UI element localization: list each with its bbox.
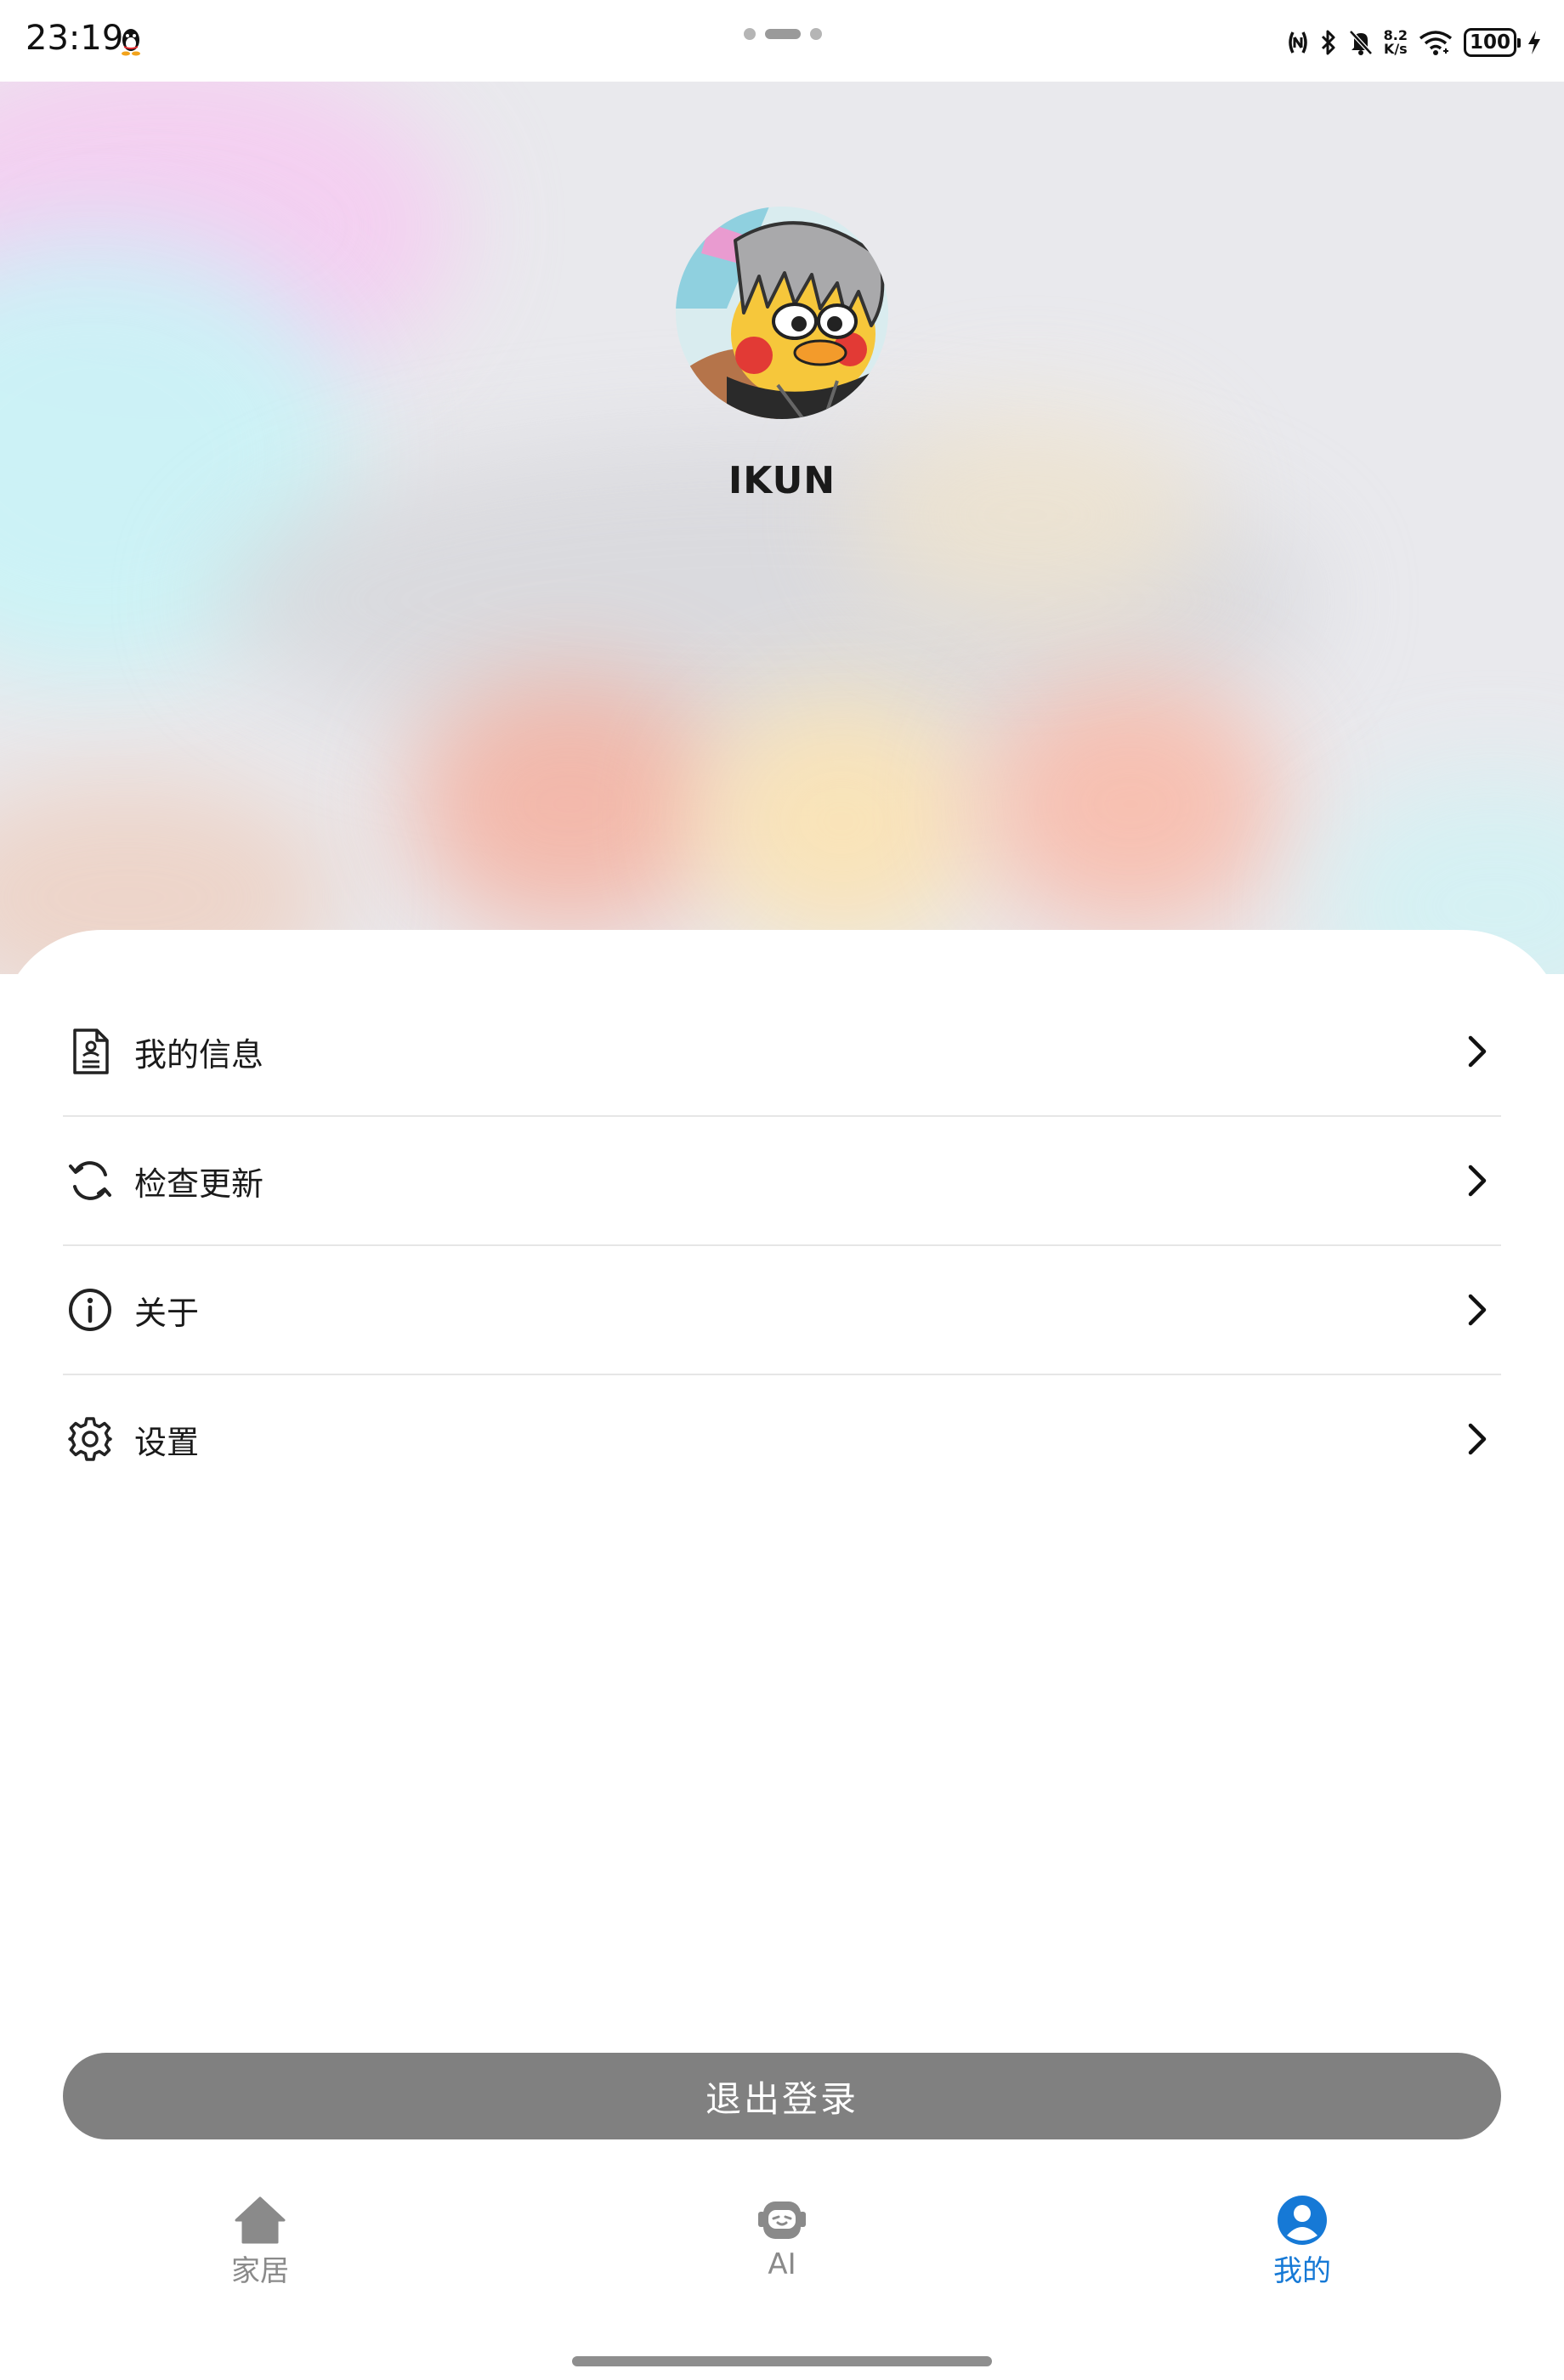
- menu-item-label: 检查更新: [134, 1164, 264, 1203]
- mute-bell-icon: [1348, 30, 1373, 55]
- avatar[interactable]: [676, 207, 888, 419]
- wifi-icon: [1419, 31, 1453, 55]
- robot-icon: [758, 2202, 806, 2239]
- network-speed: 8.2 K/s: [1383, 27, 1408, 57]
- charging-icon: [1528, 31, 1540, 54]
- menu-item-check-update[interactable]: 检查更新: [63, 1117, 1501, 1246]
- nav-item-ai[interactable]: AI: [697, 2193, 867, 2281]
- qq-icon: [122, 29, 140, 56]
- multi-window-indicator[interactable]: [743, 27, 823, 41]
- status-icons: 8.2 K/s 100: [1287, 24, 1542, 61]
- bottom-nav: 家居 AI 我的: [0, 2193, 1564, 2320]
- chevron-right-icon: [1468, 1035, 1487, 1068]
- info-icon: [66, 1286, 114, 1334]
- nav-label: AI: [768, 2247, 796, 2281]
- status-time: 23:19: [26, 19, 124, 58]
- cartoon-duck-avatar: [676, 207, 888, 419]
- document-icon: [66, 1028, 114, 1075]
- menu-item-settings[interactable]: 设置: [63, 1375, 1501, 1503]
- menu-item-label: 我的信息: [134, 1035, 264, 1074]
- nav-item-home[interactable]: 家居: [175, 2193, 345, 2289]
- chevron-right-icon: [1468, 1164, 1487, 1197]
- user-icon: [1278, 2196, 1327, 2245]
- nav-label: 家居: [231, 2254, 289, 2288]
- home-icon: [235, 2196, 286, 2244]
- nav-label: 我的: [1273, 2254, 1331, 2288]
- nfc-icon: [1288, 31, 1307, 54]
- menu-item-label: 关于: [134, 1294, 200, 1332]
- chevron-right-icon: [1468, 1294, 1487, 1326]
- refresh-icon: [66, 1157, 114, 1204]
- bluetooth-icon: [1321, 30, 1335, 55]
- menu-item-label: 设置: [134, 1423, 200, 1461]
- logout-button[interactable]: 退出登录: [63, 2053, 1501, 2139]
- username: IKUN: [728, 459, 836, 502]
- menu-item-my-info[interactable]: 我的信息: [63, 988, 1501, 1117]
- nav-item-mine[interactable]: 我的: [1217, 2193, 1387, 2289]
- home-indicator[interactable]: [572, 2356, 992, 2366]
- status-bar: 23:19 8.2 K/s 100: [0, 0, 1564, 82]
- battery-indicator: 100: [1464, 28, 1521, 57]
- menu-list: 我的信息 检查更新 关于 设置: [63, 988, 1501, 1503]
- menu-item-about[interactable]: 关于: [63, 1246, 1501, 1375]
- chevron-right-icon: [1468, 1423, 1487, 1455]
- content-card: 我的信息 检查更新 关于 设置 退出登录: [0, 930, 1564, 2380]
- settings-gear-icon: [66, 1415, 114, 1463]
